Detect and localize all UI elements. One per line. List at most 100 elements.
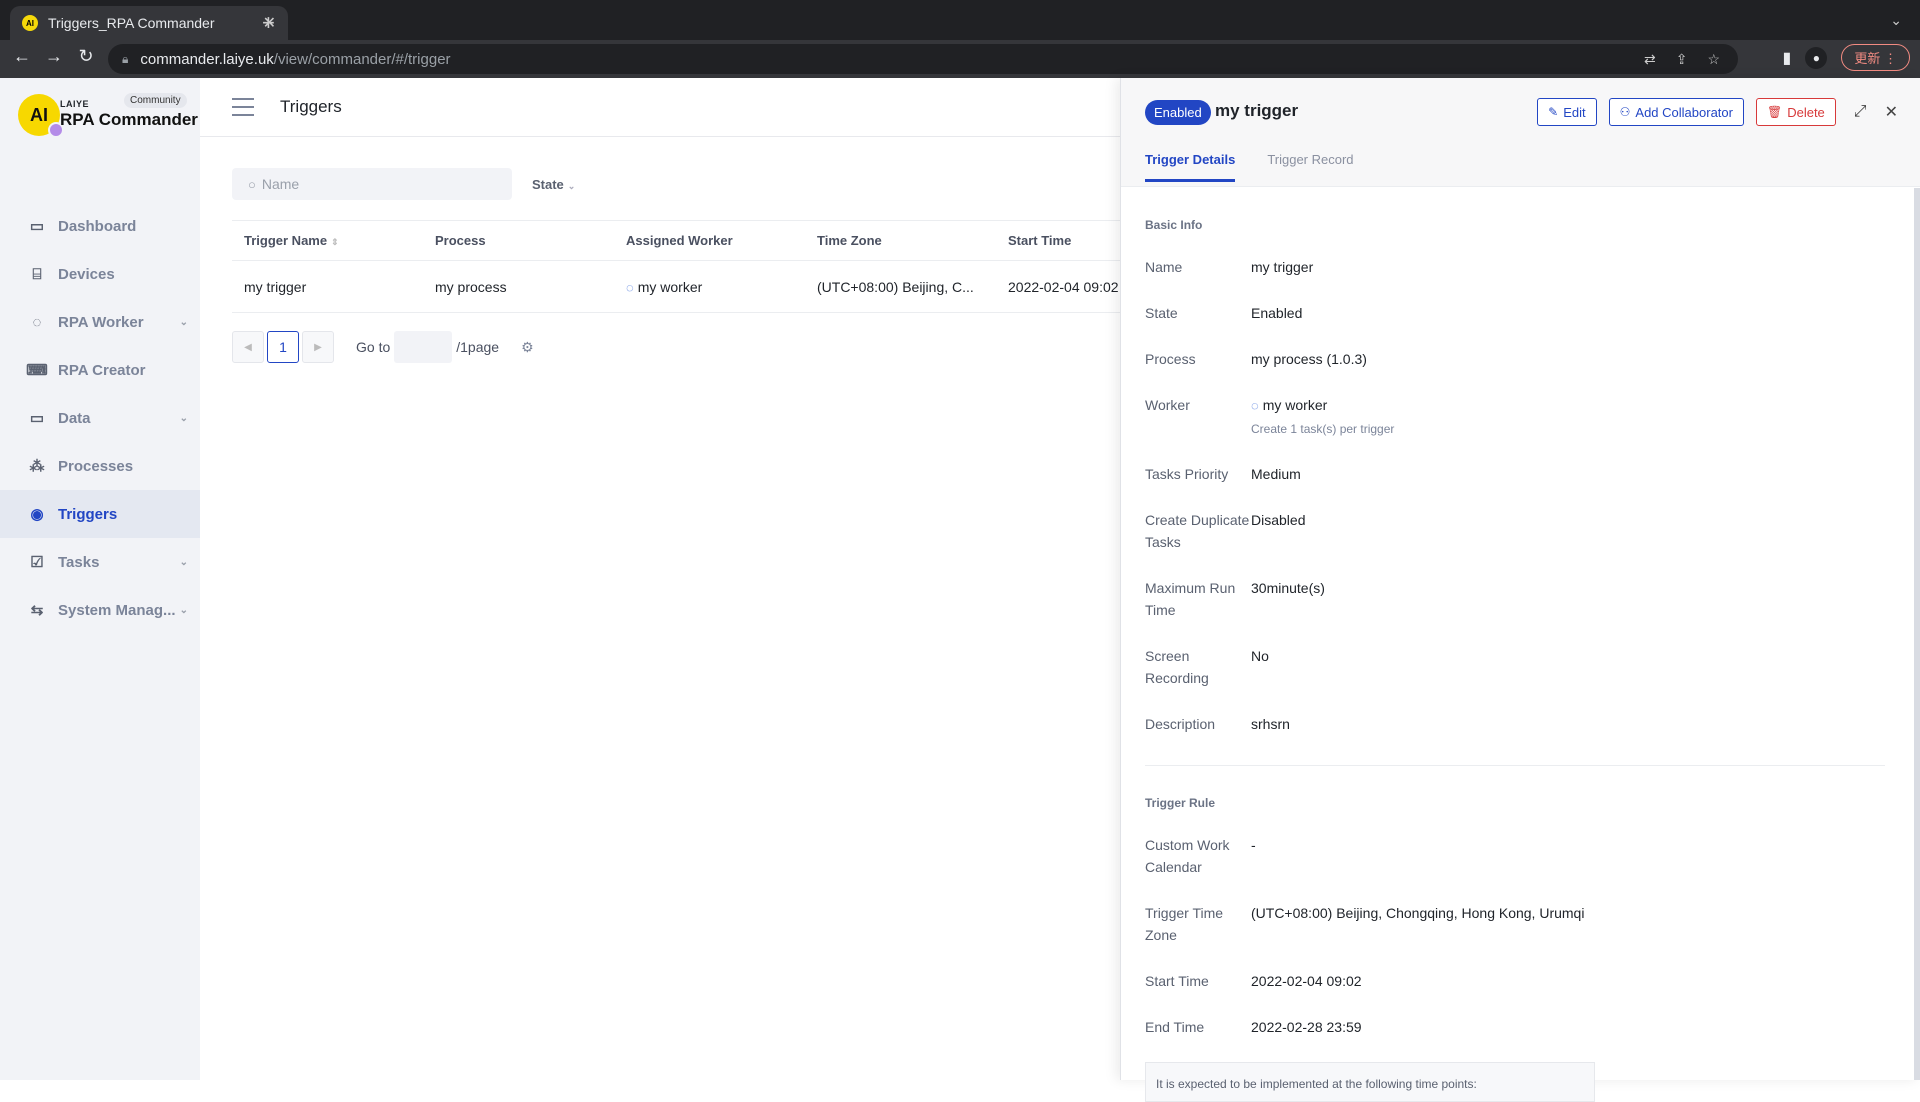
detail-value: No xyxy=(1251,648,1269,664)
sidebar-item-rpa-creator[interactable]: ⌨ RPA Creator xyxy=(0,346,200,394)
back-icon[interactable]: ← xyxy=(10,46,34,67)
address-bar-row: ← → ↻ 🔒︎ commander.laiye.uk/view/command… xyxy=(0,40,1920,78)
detail-value: Disabled xyxy=(1251,512,1306,528)
sidebar: AI LAIYE RPA Commander Community ▭ Dashbo… xyxy=(0,78,200,1080)
add-collaborator-label: Add Collaborator xyxy=(1635,104,1733,120)
reload-icon[interactable]: ↻ xyxy=(74,46,98,67)
chevron-down-icon: ⌄ xyxy=(179,604,188,616)
forward-icon[interactable]: → xyxy=(42,46,66,67)
detail-row-timezone: Trigger Time Zone (UTC+08:00) Beijing, Ch… xyxy=(1145,902,1885,946)
table-header: Trigger Name ⇕ Process Assigned Worker Ti… xyxy=(232,220,1232,260)
collapse-menu-icon[interactable] xyxy=(232,98,254,116)
sidebar-nav: ▭ Dashboard ⌸ Devices ◌ RPA Worker ⌄ ⌨ RPA Cr… xyxy=(0,202,200,634)
update-button[interactable]: 更新 ⋮ xyxy=(1841,44,1910,71)
sidebar-item-processes[interactable]: ⁂ Processes xyxy=(0,442,200,490)
browser-tab-strip: AI Triggers_RPA Commander ✕ + ⌄ xyxy=(0,0,1920,40)
sidebar-item-rpa-worker[interactable]: ◌ RPA Worker ⌄ xyxy=(0,298,200,346)
brand-small: LAIYE xyxy=(60,99,90,109)
column-header-trigger-name[interactable]: Trigger Name ⇕ xyxy=(232,233,423,248)
search-icon: ○ xyxy=(248,176,256,192)
detail-row-description: Description srhsrn xyxy=(1145,713,1885,735)
panel-scrollbar[interactable] xyxy=(1914,188,1920,1080)
new-tab-button[interactable]: + xyxy=(262,10,275,36)
basic-info-title: Basic Info xyxy=(1145,218,1203,232)
panel-tabs: Trigger Details Trigger Record xyxy=(1145,152,1354,182)
detail-value: srhsrn xyxy=(1251,716,1290,732)
worker-name: my worker xyxy=(1262,397,1328,413)
detail-row-start-time: Start Time 2022-02-04 09:02 xyxy=(1145,970,1885,992)
trash-icon: 🗑︎ xyxy=(1766,105,1783,119)
sidebar-item-label: Processes xyxy=(58,457,134,475)
sidebar-item-label: Dashboard xyxy=(58,217,137,235)
gear-icon[interactable]: ⚙ xyxy=(521,339,534,356)
column-header-assigned-worker: Assigned Worker xyxy=(626,233,733,248)
trigger-rule-title: Trigger Rule xyxy=(1145,796,1216,810)
bookmark-star-icon[interactable]: ☆ xyxy=(1707,51,1720,68)
delete-button[interactable]: 🗑︎ Delete xyxy=(1755,98,1836,126)
folder-icon: ▭ xyxy=(29,410,45,427)
app: AI LAIYE RPA Commander Community ▭ Dashbo… xyxy=(0,78,1920,1102)
sidebar-item-triggers[interactable]: ◉ Triggers xyxy=(0,490,200,538)
sidebar-item-devices[interactable]: ⌸ Devices xyxy=(0,250,200,298)
chevron-down-icon: ⌄ xyxy=(567,180,576,191)
tab-list-chevron-icon[interactable]: ⌄ xyxy=(1890,12,1902,29)
laiye-logo: AI xyxy=(18,94,64,138)
detail-value: - xyxy=(1251,837,1256,853)
detail-key: Worker xyxy=(1145,397,1190,413)
chevron-down-icon: ⌄ xyxy=(179,412,188,424)
sidebar-item-label: Data xyxy=(58,409,91,427)
edit-button[interactable]: ✎ Edit xyxy=(1537,98,1597,126)
profile-icon[interactable]: ● xyxy=(1805,46,1828,69)
tab-trigger-record[interactable]: Trigger Record xyxy=(1267,152,1353,182)
share-icon[interactable]: ⇪ xyxy=(1676,51,1688,68)
trigger-detail-panel: Enabled my trigger ✎ Edit ⚇ Add Collaborat… xyxy=(1120,78,1920,1102)
cell-worker: ◌ my worker xyxy=(614,279,805,295)
sidebar-item-data[interactable]: ▭ Data ⌄ xyxy=(0,394,200,442)
status-badge: Enabled xyxy=(1145,100,1211,125)
detail-value: 2022-02-04 09:02 xyxy=(1251,973,1362,989)
translate-icon[interactable]: ⇄ xyxy=(1644,51,1656,68)
delete-label: Delete xyxy=(1787,104,1825,120)
tab-trigger-details[interactable]: Trigger Details xyxy=(1145,152,1236,182)
chevron-down-icon: ⌄ xyxy=(179,316,188,328)
sidebar-item-dashboard[interactable]: ▭ Dashboard xyxy=(0,202,200,250)
sidebar-item-system-management[interactable]: ⇆ System Manag... ⌄ xyxy=(0,586,200,634)
detail-key: End Time xyxy=(1145,1019,1205,1035)
brand-name: RPA Commander xyxy=(60,110,198,129)
detail-row-recording: Screen Recording No xyxy=(1145,645,1885,689)
browser-tab[interactable]: AI Triggers_RPA Commander ✕ xyxy=(10,6,288,40)
broadcast-icon: ◉ xyxy=(30,506,44,523)
next-page-button[interactable]: ▶ xyxy=(302,331,334,363)
worker-name: my worker xyxy=(637,278,703,295)
page-1-button[interactable]: 1 xyxy=(267,331,299,363)
divider xyxy=(1145,765,1885,766)
search-placeholder: Name xyxy=(261,176,300,192)
detail-key: Maximum Run Time xyxy=(1145,580,1236,618)
cell-time-zone: (UTC+08:00) Beijing, C... xyxy=(817,278,974,295)
chevron-down-icon: ⌄ xyxy=(179,556,188,568)
add-collaborator-button[interactable]: ⚇ Add Collaborator xyxy=(1608,98,1744,126)
state-filter-dropdown[interactable]: State ⌄ xyxy=(532,177,575,192)
url-field[interactable]: 🔒︎ commander.laiye.uk/view/commander/#/t… xyxy=(108,44,1738,74)
detail-key: Description xyxy=(1145,716,1216,732)
robot-icon: ◌ xyxy=(626,279,634,295)
detail-key: Start Time xyxy=(1145,973,1209,989)
sidebar-item-label: RPA Creator xyxy=(58,361,146,379)
sidebar-item-label: Devices xyxy=(58,265,115,283)
prev-page-button[interactable]: ◀ xyxy=(232,331,264,363)
sidebar-item-tasks[interactable]: ☑ Tasks ⌄ xyxy=(0,538,200,586)
url-host: commander.laiye.uk xyxy=(140,50,274,68)
close-icon[interactable]: ✕ xyxy=(1885,102,1898,122)
total-pages-label: /1page xyxy=(456,339,500,355)
goto-page-input[interactable] xyxy=(394,331,453,363)
triggers-table: Trigger Name ⇕ Process Assigned Worker Ti… xyxy=(232,220,1232,313)
sort-icon[interactable]: ⇕ xyxy=(331,237,339,247)
table-row[interactable]: my trigger my process ◌ my worker (UTC+08… xyxy=(232,260,1232,313)
panel-header: Enabled my trigger ✎ Edit ⚇ Add Collaborat… xyxy=(1121,78,1920,187)
expand-icon[interactable]: ⤢ xyxy=(1854,103,1867,121)
edit-icon: ✎ xyxy=(1548,105,1559,119)
detail-row-worker: Worker ◌ my worker Create 1 task(s) per tr… xyxy=(1145,394,1885,439)
search-input[interactable]: ○ Name xyxy=(232,168,512,200)
side-panel-icon[interactable]: ▮ xyxy=(1783,48,1792,68)
detail-key: Process xyxy=(1145,351,1196,367)
